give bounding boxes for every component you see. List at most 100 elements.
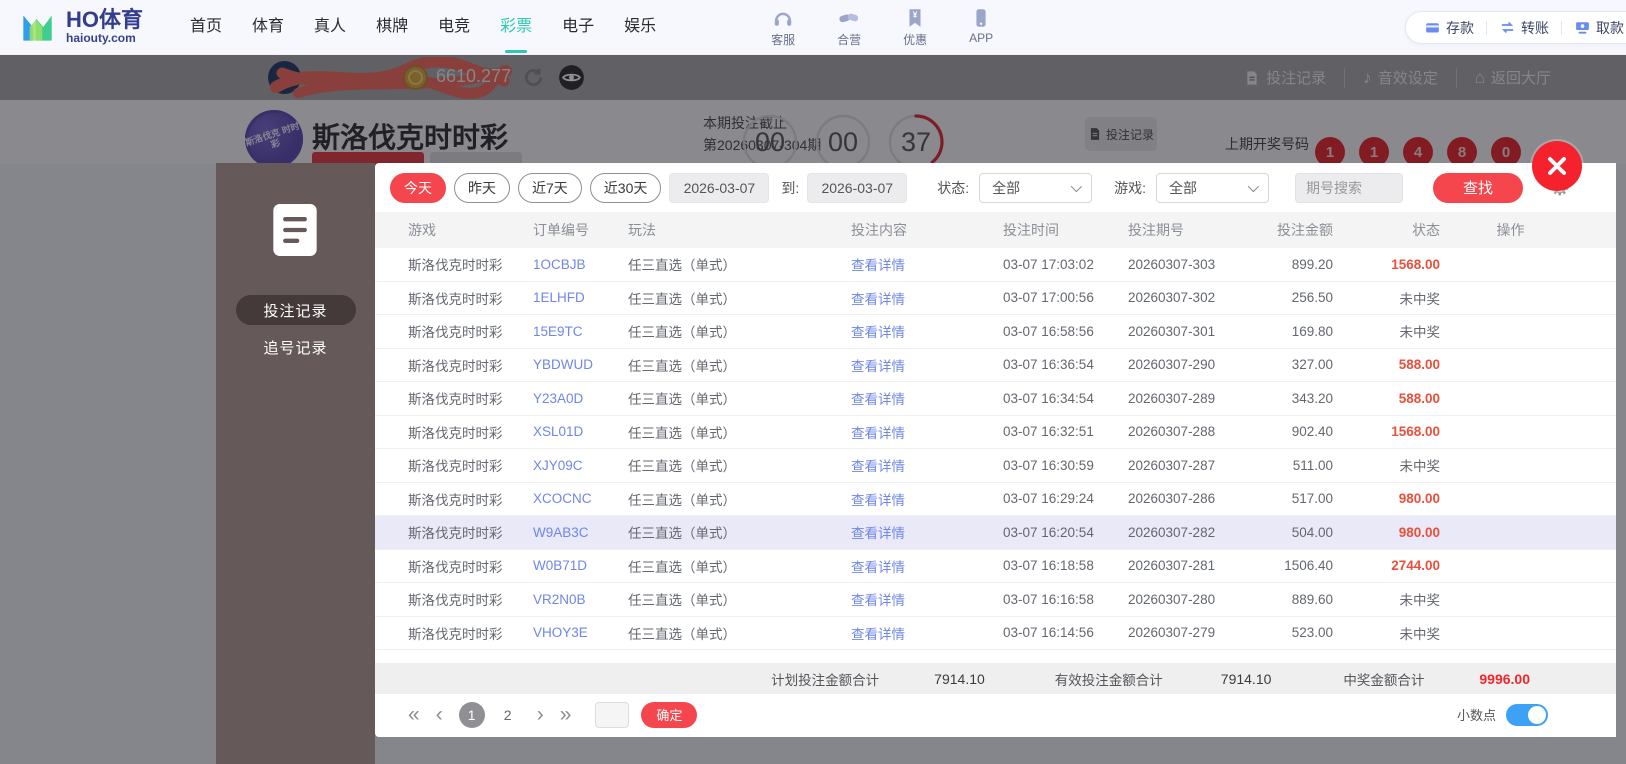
- table-row[interactable]: 斯洛伐克时时彩 YBDWUD 任三直选（单式） 查看详情 03-07 16:36:54 2…: [375, 349, 1616, 382]
- win-total-label: 中奖金额合计: [1343, 672, 1425, 688]
- cell-status: 980.00: [1398, 524, 1440, 540]
- cell-game: 斯洛伐克时时彩: [408, 526, 503, 542]
- cell-game: 斯洛伐克时时彩: [408, 559, 503, 575]
- wallet-pill: 存款 转账 取款: [1405, 11, 1626, 44]
- quick-item-app[interactable]: APP: [961, 7, 1001, 48]
- view-details-link[interactable]: 查看详情: [851, 355, 1003, 375]
- table-row[interactable]: 斯洛伐克时时彩 Y23A0D 任三直选（单式） 查看详情 03-07 16:34:54 2…: [375, 382, 1616, 416]
- prev-page-button[interactable]: ‹: [436, 704, 443, 725]
- handshake-icon: [837, 7, 861, 29]
- table-row[interactable]: 斯洛伐克时时彩 XJY09C 任三直选（单式） 查看详情 03-07 16:30:59 2…: [375, 449, 1616, 483]
- view-details-link[interactable]: 查看详情: [851, 522, 1003, 542]
- date-from-input[interactable]: [669, 172, 770, 203]
- nav-item-slots[interactable]: 电子: [547, 0, 609, 54]
- close-icon[interactable]: [1532, 141, 1582, 191]
- planned-total-label: 计划投注金额合计: [771, 672, 880, 688]
- quick-item-label: 客服: [771, 32, 796, 47]
- cell-order-id[interactable]: 1ELHFD: [533, 290, 628, 305]
- table-row[interactable]: 斯洛伐克时时彩 VR2N0B 任三直选（单式） 查看详情 03-07 16:16:58 2…: [375, 583, 1616, 617]
- col-status: 状态: [1412, 222, 1440, 238]
- cell-order-id[interactable]: 1OCBJB: [533, 257, 628, 272]
- table-row[interactable]: 斯洛伐克时时彩 XCOCNC 任三直选（单式） 查看详情 03-07 16:29:24 2…: [375, 483, 1616, 516]
- view-details-link[interactable]: 查看详情: [851, 321, 1003, 341]
- wallet-item-transfer[interactable]: 转账: [1499, 18, 1549, 38]
- last-page-button[interactable]: »: [560, 704, 572, 725]
- date-to-input[interactable]: [807, 172, 908, 203]
- period-search-input[interactable]: [1295, 172, 1404, 203]
- nav-item-sports[interactable]: 体育: [237, 0, 299, 54]
- valid-total-value: 7914.10: [1220, 670, 1272, 687]
- table-row[interactable]: 斯洛伐克时时彩 15E9TC 任三直选（单式） 查看详情 03-07 16:58:56 2…: [375, 315, 1616, 349]
- logo-icon: [23, 15, 52, 41]
- view-details-link[interactable]: 查看详情: [851, 556, 1003, 576]
- col-bet-period: 投注期号: [1128, 222, 1184, 238]
- quick-item-promo[interactable]: ¥ 优惠: [895, 7, 935, 48]
- decimal-toggle-label: 小数点: [1456, 708, 1496, 723]
- cell-order-id[interactable]: W0B71D: [533, 558, 628, 573]
- status-select[interactable]: 全部: [979, 172, 1093, 203]
- cell-bet-amount: 511.00: [1292, 457, 1333, 473]
- sidebar-item-bet-records[interactable]: 投注记录: [235, 295, 356, 325]
- cell-order-id[interactable]: XCOCNC: [533, 491, 628, 506]
- logo[interactable]: HO体育 haiouty.com: [16, 6, 143, 48]
- range-button-last-30-days[interactable]: 近30天: [589, 172, 662, 203]
- range-button-today[interactable]: 今天: [390, 172, 446, 203]
- page-number-2[interactable]: 2: [495, 702, 521, 728]
- decimal-toggle[interactable]: [1506, 703, 1548, 726]
- nav-item-chess[interactable]: 棋牌: [361, 0, 423, 54]
- page-number-1[interactable]: 1: [458, 701, 485, 728]
- view-details-link[interactable]: 查看详情: [851, 589, 1003, 609]
- table-row[interactable]: 斯洛伐克时时彩 W0B71D 任三直选（单式） 查看详情 03-07 16:18:58 2…: [375, 550, 1616, 583]
- cell-bet-period: 20260307-279: [1128, 625, 1216, 641]
- find-button[interactable]: 查找: [1433, 172, 1524, 203]
- cell-bet-amount: 517.00: [1291, 491, 1333, 507]
- game-filter-label: 游戏:: [1114, 179, 1147, 196]
- nav-item-home[interactable]: 首页: [175, 0, 237, 54]
- first-page-button[interactable]: «: [408, 704, 420, 725]
- view-details-link[interactable]: 查看详情: [851, 422, 1003, 442]
- table-row[interactable]: 斯洛伐克时时彩 VHOY3E 任三直选（单式） 查看详情 03-07 16:14:56 2…: [375, 617, 1616, 650]
- nav-item-lottery[interactable]: 彩票: [485, 0, 547, 54]
- table-row[interactable]: 斯洛伐克时时彩 1ELHFD 任三直选（单式） 查看详情 03-07 17:00:56 2…: [375, 282, 1616, 315]
- view-details-link[interactable]: 查看详情: [851, 455, 1003, 475]
- cell-status: 2744.00: [1391, 558, 1440, 574]
- sidebar-item-chase-records[interactable]: 追号记录: [236, 332, 356, 362]
- cell-order-id[interactable]: Y23A0D: [533, 391, 628, 406]
- svg-text:¥: ¥: [913, 10, 918, 19]
- table-row[interactable]: 斯洛伐克时时彩 XSL01D 任三直选（单式） 查看详情 03-07 16:32:51 2…: [375, 416, 1616, 449]
- cell-order-id[interactable]: XJY09C: [533, 458, 628, 473]
- view-details-link[interactable]: 查看详情: [851, 288, 1003, 308]
- table-row[interactable]: 斯洛伐克时时彩 1OCBJB 任三直选（单式） 查看详情 03-07 17:03:02 2…: [375, 248, 1616, 282]
- wallet-item-withdraw[interactable]: 取款: [1574, 18, 1624, 38]
- cell-game: 斯洛伐克时时彩: [408, 392, 503, 408]
- range-button-yesterday[interactable]: 昨天: [454, 172, 510, 203]
- nav-item-esports[interactable]: 电竞: [423, 0, 485, 54]
- view-details-link[interactable]: 查看详情: [851, 489, 1003, 509]
- nav-item-live[interactable]: 真人: [299, 0, 361, 54]
- cell-play: 任三直选（单式）: [628, 291, 736, 307]
- cell-bet-period: 20260307-301: [1128, 323, 1216, 339]
- range-button-last-7-days[interactable]: 近7天: [518, 172, 582, 203]
- quick-item-support[interactable]: 客服: [763, 7, 803, 48]
- nav-item-entertainment[interactable]: 娱乐: [609, 0, 671, 54]
- game-select[interactable]: 全部: [1156, 172, 1270, 203]
- cell-order-id[interactable]: W9AB3C: [533, 525, 628, 540]
- valid-total-label: 有效投注金额合计: [1054, 672, 1163, 688]
- cell-order-id[interactable]: VHOY3E: [533, 625, 628, 640]
- cell-order-id[interactable]: VR2N0B: [533, 592, 628, 607]
- page-jump-input[interactable]: [595, 701, 630, 728]
- view-details-link[interactable]: 查看详情: [851, 623, 1003, 643]
- confirm-button[interactable]: 确定: [641, 701, 698, 728]
- view-details-link[interactable]: 查看详情: [851, 388, 1003, 408]
- quick-item-partner[interactable]: 合营: [829, 7, 869, 48]
- next-page-button[interactable]: ›: [537, 704, 544, 725]
- cell-play: 任三直选（单式）: [628, 258, 736, 274]
- col-game: 游戏: [408, 222, 436, 238]
- view-details-link[interactable]: 查看详情: [851, 254, 1003, 274]
- wallet-item-deposit[interactable]: 存款: [1424, 18, 1474, 38]
- cell-play: 任三直选（单式）: [628, 425, 736, 441]
- cell-order-id[interactable]: 15E9TC: [533, 324, 628, 339]
- cell-order-id[interactable]: YBDWUD: [533, 357, 628, 372]
- table-row[interactable]: 斯洛伐克时时彩 W9AB3C 任三直选（单式） 查看详情 03-07 16:20:54 2…: [375, 516, 1616, 550]
- cell-order-id[interactable]: XSL01D: [533, 424, 628, 439]
